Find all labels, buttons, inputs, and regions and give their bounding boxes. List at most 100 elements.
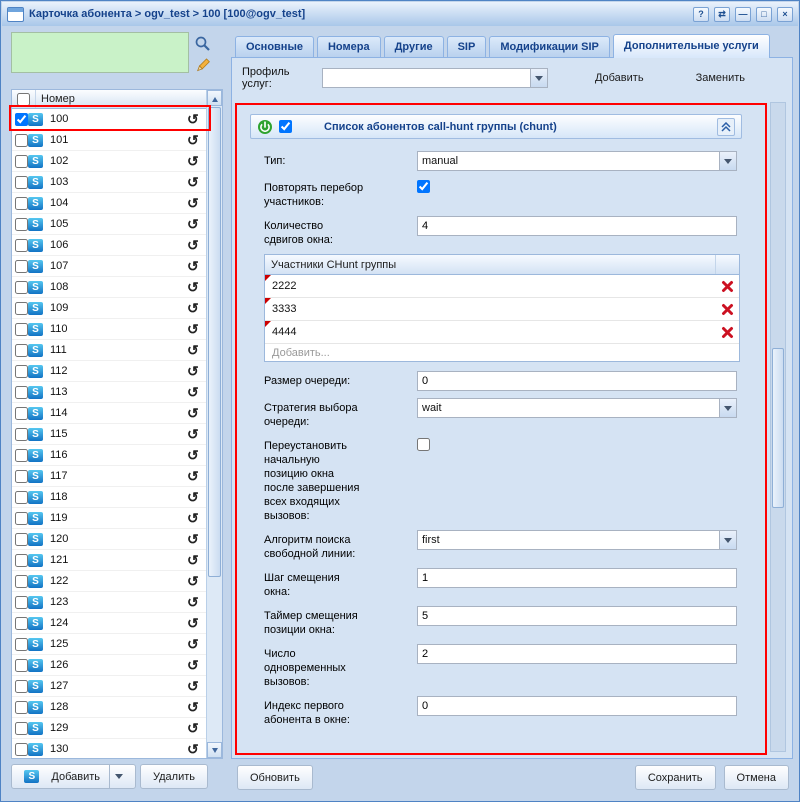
delete-subscriber-button[interactable]: Удалить: [140, 764, 208, 789]
delete-member-icon[interactable]: [715, 326, 739, 339]
history-icon[interactable]: ↺: [187, 196, 203, 210]
history-icon[interactable]: ↺: [187, 280, 203, 294]
collapse-icon[interactable]: [717, 118, 735, 136]
row-checkbox[interactable]: [15, 239, 28, 252]
row-checkbox[interactable]: [15, 617, 28, 630]
history-icon[interactable]: ↺: [187, 364, 203, 378]
form-scrollbar[interactable]: [770, 102, 786, 752]
tab-item[interactable]: Номера: [317, 36, 381, 57]
history-icon[interactable]: ↺: [187, 217, 203, 231]
scroll-down-icon[interactable]: [207, 742, 222, 758]
service-panel-header[interactable]: Список абонентов call-hunt группы (chunt…: [250, 114, 742, 139]
history-icon[interactable]: ↺: [187, 301, 203, 315]
history-icon[interactable]: ↺: [187, 511, 203, 525]
history-icon[interactable]: ↺: [187, 658, 203, 672]
row-checkbox[interactable]: [15, 323, 28, 336]
members-add-row[interactable]: Добавить...: [265, 344, 739, 361]
history-icon[interactable]: ↺: [187, 532, 203, 546]
row-checkbox[interactable]: [15, 302, 28, 315]
tab-active[interactable]: Дополнительные услуги: [613, 34, 770, 58]
list-item[interactable]: S110↺: [12, 319, 206, 340]
row-checkbox[interactable]: [15, 218, 28, 231]
row-checkbox[interactable]: [15, 176, 28, 189]
list-item[interactable]: S115↺: [12, 424, 206, 445]
list-item[interactable]: S100↺: [12, 109, 206, 130]
form-scroll-thumb[interactable]: [772, 348, 784, 508]
power-icon[interactable]: [257, 119, 273, 135]
list-item[interactable]: S103↺: [12, 172, 206, 193]
list-item[interactable]: S128↺: [12, 697, 206, 718]
shift-timer-input[interactable]: [417, 606, 737, 626]
select-all-checkbox[interactable]: [17, 93, 30, 106]
tab-item[interactable]: Модификации SIP: [489, 36, 610, 57]
member-row[interactable]: 2222: [265, 275, 739, 298]
chevron-down-icon[interactable]: [719, 531, 736, 549]
list-item[interactable]: S109↺: [12, 298, 206, 319]
search-icon[interactable]: [193, 35, 211, 53]
list-item[interactable]: S121↺: [12, 550, 206, 571]
reset-position-checkbox[interactable]: [417, 438, 430, 451]
search-input[interactable]: [11, 32, 189, 73]
help-button[interactable]: ?: [693, 7, 709, 22]
row-checkbox[interactable]: [15, 470, 28, 483]
row-checkbox[interactable]: [15, 533, 28, 546]
history-icon[interactable]: ↺: [187, 406, 203, 420]
member-number[interactable]: 4444: [265, 321, 715, 343]
list-item[interactable]: S112↺: [12, 361, 206, 382]
row-checkbox[interactable]: [15, 365, 28, 378]
minimize-button[interactable]: —: [735, 7, 751, 22]
member-number[interactable]: 3333: [265, 298, 715, 320]
refresh-button[interactable]: Обновить: [237, 765, 313, 790]
list-item[interactable]: S107↺: [12, 256, 206, 277]
list-item[interactable]: S119↺: [12, 508, 206, 529]
row-checkbox[interactable]: [15, 344, 28, 357]
list-item[interactable]: S113↺: [12, 382, 206, 403]
history-icon[interactable]: ↺: [187, 490, 203, 504]
history-icon[interactable]: ↺: [187, 259, 203, 273]
member-number[interactable]: 2222: [265, 275, 715, 297]
list-item[interactable]: S111↺: [12, 340, 206, 361]
row-checkbox[interactable]: [15, 113, 28, 126]
maximize-button[interactable]: □: [756, 7, 772, 22]
history-icon[interactable]: ↺: [187, 448, 203, 462]
row-checkbox[interactable]: [15, 638, 28, 651]
history-icon[interactable]: ↺: [187, 385, 203, 399]
scroll-up-icon[interactable]: [207, 90, 222, 106]
row-checkbox[interactable]: [15, 680, 28, 693]
chevron-down-icon[interactable]: [719, 399, 736, 417]
history-icon[interactable]: ↺: [187, 553, 203, 567]
cancel-button[interactable]: Отмена: [724, 765, 789, 790]
history-icon[interactable]: ↺: [187, 595, 203, 609]
tab-item[interactable]: SIP: [447, 36, 487, 57]
add-subscriber-button[interactable]: S Добавить: [11, 764, 136, 789]
list-item[interactable]: S127↺: [12, 676, 206, 697]
row-checkbox[interactable]: [15, 701, 28, 714]
list-item[interactable]: S120↺: [12, 529, 206, 550]
row-checkbox[interactable]: [15, 722, 28, 735]
chevron-down-icon[interactable]: [719, 152, 736, 170]
list-item[interactable]: S104↺: [12, 193, 206, 214]
queue-size-input[interactable]: [417, 371, 737, 391]
member-row[interactable]: 4444: [265, 321, 739, 344]
row-checkbox[interactable]: [15, 512, 28, 525]
tab-item[interactable]: Другие: [384, 36, 444, 57]
list-item[interactable]: S118↺: [12, 487, 206, 508]
row-checkbox[interactable]: [15, 155, 28, 168]
pencil-icon[interactable]: [193, 57, 211, 75]
row-checkbox[interactable]: [15, 491, 28, 504]
repeat-checkbox[interactable]: [417, 180, 430, 193]
row-checkbox[interactable]: [15, 386, 28, 399]
history-icon[interactable]: ↺: [187, 700, 203, 714]
member-row[interactable]: 3333: [265, 298, 739, 321]
row-checkbox[interactable]: [15, 743, 28, 756]
window-step-input[interactable]: [417, 568, 737, 588]
history-icon[interactable]: ↺: [187, 427, 203, 441]
queue-strategy-combobox[interactable]: wait: [417, 398, 737, 418]
history-icon[interactable]: ↺: [187, 322, 203, 336]
tab-item[interactable]: Основные: [235, 36, 314, 57]
chevron-down-icon[interactable]: [115, 774, 123, 783]
save-button[interactable]: Сохранить: [635, 765, 716, 790]
delete-member-icon[interactable]: [715, 303, 739, 316]
row-checkbox[interactable]: [15, 134, 28, 147]
search-algorithm-combobox[interactable]: first: [417, 530, 737, 550]
